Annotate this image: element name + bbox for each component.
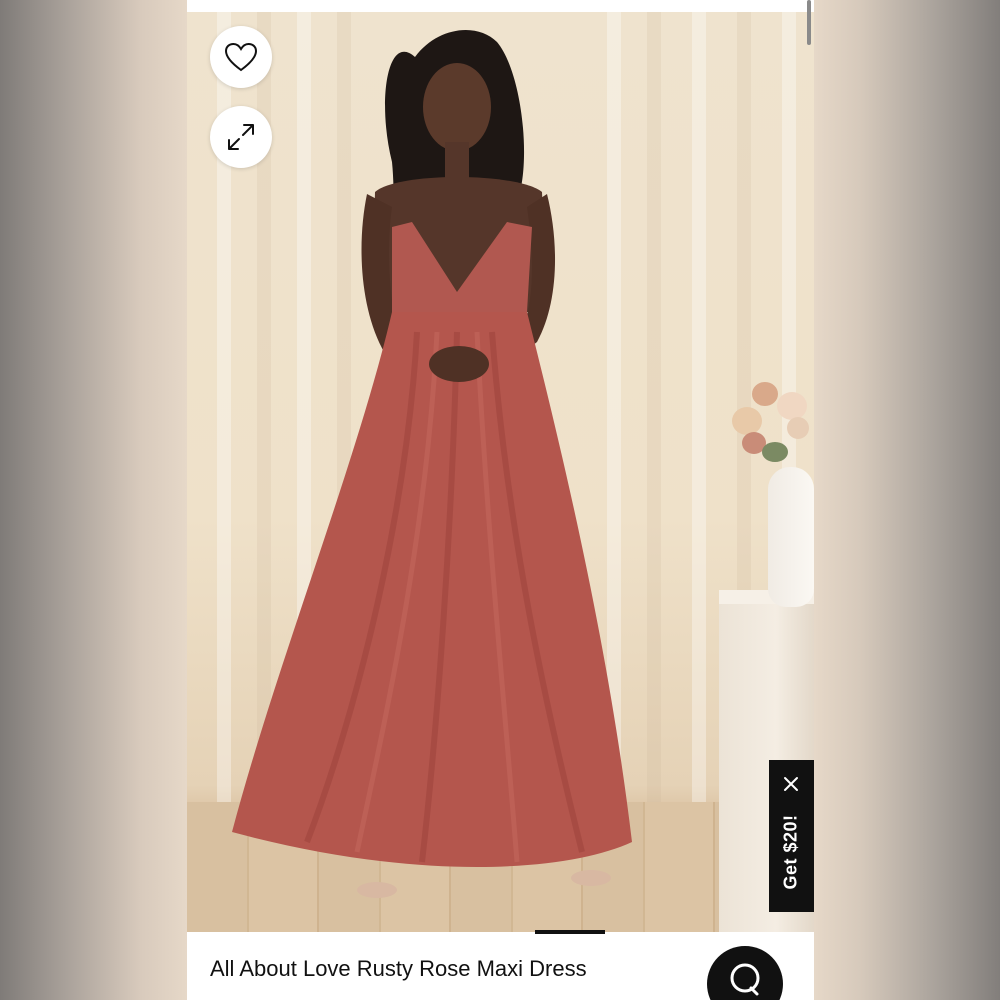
product-page: Get $20! All About Love Rusty Rose Maxi … [187, 0, 814, 1000]
carousel-indicator [535, 930, 605, 934]
chat-button[interactable] [707, 946, 783, 1000]
right-backdrop [814, 0, 1000, 1000]
chat-icon [730, 963, 760, 996]
heart-icon [224, 42, 258, 72]
expand-image-button[interactable] [210, 106, 272, 168]
promo-tab[interactable]: Get $20! [769, 760, 814, 912]
product-image[interactable]: Get $20! [187, 12, 814, 932]
scrollbar[interactable] [807, 0, 811, 45]
expand-icon [228, 124, 254, 150]
favorite-button[interactable] [210, 26, 272, 88]
left-backdrop [0, 0, 187, 1000]
model-figure [232, 30, 632, 898]
promo-label[interactable]: Get $20! [781, 814, 802, 889]
status-strip [187, 0, 814, 12]
close-icon[interactable] [781, 774, 801, 794]
product-title: All About Love Rusty Rose Maxi Dress [210, 956, 587, 981]
